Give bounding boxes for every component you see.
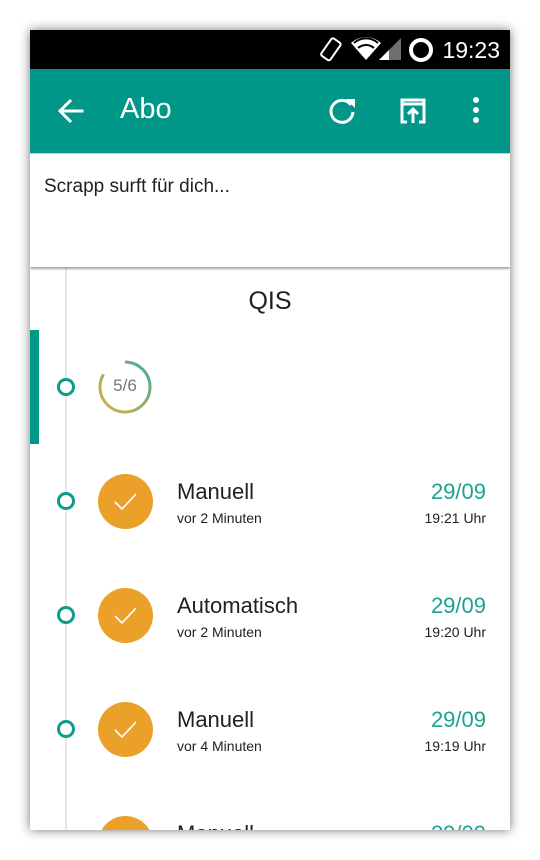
check-icon bbox=[114, 493, 137, 511]
entry-title: Manuell bbox=[177, 707, 255, 732]
entry-relative-time: vor 4 Minuten bbox=[177, 738, 262, 754]
timeline-entry[interactable]: Automatisch vor 2 Minuten 29/09 19:20 Uh… bbox=[30, 558, 510, 672]
wifi-icon bbox=[351, 37, 381, 60]
entry-relative-time: vor 2 Minuten bbox=[177, 624, 262, 640]
signal-icon bbox=[379, 38, 401, 60]
more-vert-icon[interactable] bbox=[458, 93, 494, 129]
timeline-entry[interactable]: Manuell 29/09 bbox=[30, 786, 510, 830]
arrow-back-icon[interactable] bbox=[56, 96, 86, 126]
timeline-node bbox=[57, 720, 75, 738]
open-in-browser-icon[interactable] bbox=[395, 93, 431, 129]
check-badge bbox=[98, 702, 153, 757]
entry-title: Automatisch bbox=[177, 593, 299, 618]
page-title: Abo bbox=[120, 93, 172, 125]
check-icon bbox=[114, 607, 137, 625]
status-bar: 19:23 bbox=[30, 30, 510, 69]
entry-date: 29/09 bbox=[431, 821, 486, 830]
status-message: Scrapp surft für dich... bbox=[44, 176, 230, 197]
entry-time: 19:21 Uhr bbox=[424, 510, 486, 526]
status-message-panel: Scrapp surft für dich... bbox=[30, 153, 510, 267]
entry-date: 29/09 bbox=[430, 593, 486, 618]
entry-title: Manuell bbox=[177, 821, 254, 830]
check-badge bbox=[98, 588, 153, 643]
battery-icon bbox=[409, 38, 433, 62]
entry-title: Manuell bbox=[177, 479, 255, 504]
active-indicator bbox=[30, 330, 39, 444]
check-badge bbox=[98, 474, 153, 529]
progress-label: 5/6 bbox=[113, 376, 137, 395]
check-badge bbox=[98, 816, 153, 830]
screen-rotation-icon bbox=[320, 37, 342, 62]
timeline-node bbox=[57, 606, 75, 624]
app-bar: Abo bbox=[30, 69, 510, 153]
refresh-icon[interactable] bbox=[324, 93, 360, 129]
entry-date: 29/09 bbox=[430, 479, 486, 504]
phone-screen: 19:23 Abo Scrapp surft für dich... QIS 5… bbox=[30, 30, 510, 830]
entry-date: 29/09 bbox=[430, 707, 486, 732]
timeline-node bbox=[57, 492, 75, 510]
timeline-node bbox=[57, 378, 75, 396]
entry-relative-time: vor 2 Minuten bbox=[177, 510, 262, 526]
status-time: 19:23 bbox=[442, 37, 500, 63]
section-title: QIS bbox=[248, 287, 292, 315]
timeline-entry[interactable]: Manuell vor 4 Minuten 29/09 19:19 Uhr bbox=[30, 672, 510, 786]
check-icon bbox=[114, 721, 137, 739]
entry-time: 19:20 Uhr bbox=[424, 624, 486, 640]
timeline-entry[interactable]: Manuell vor 2 Minuten 29/09 19:21 Uhr bbox=[30, 444, 510, 558]
entry-time: 19:19 Uhr bbox=[424, 738, 486, 754]
